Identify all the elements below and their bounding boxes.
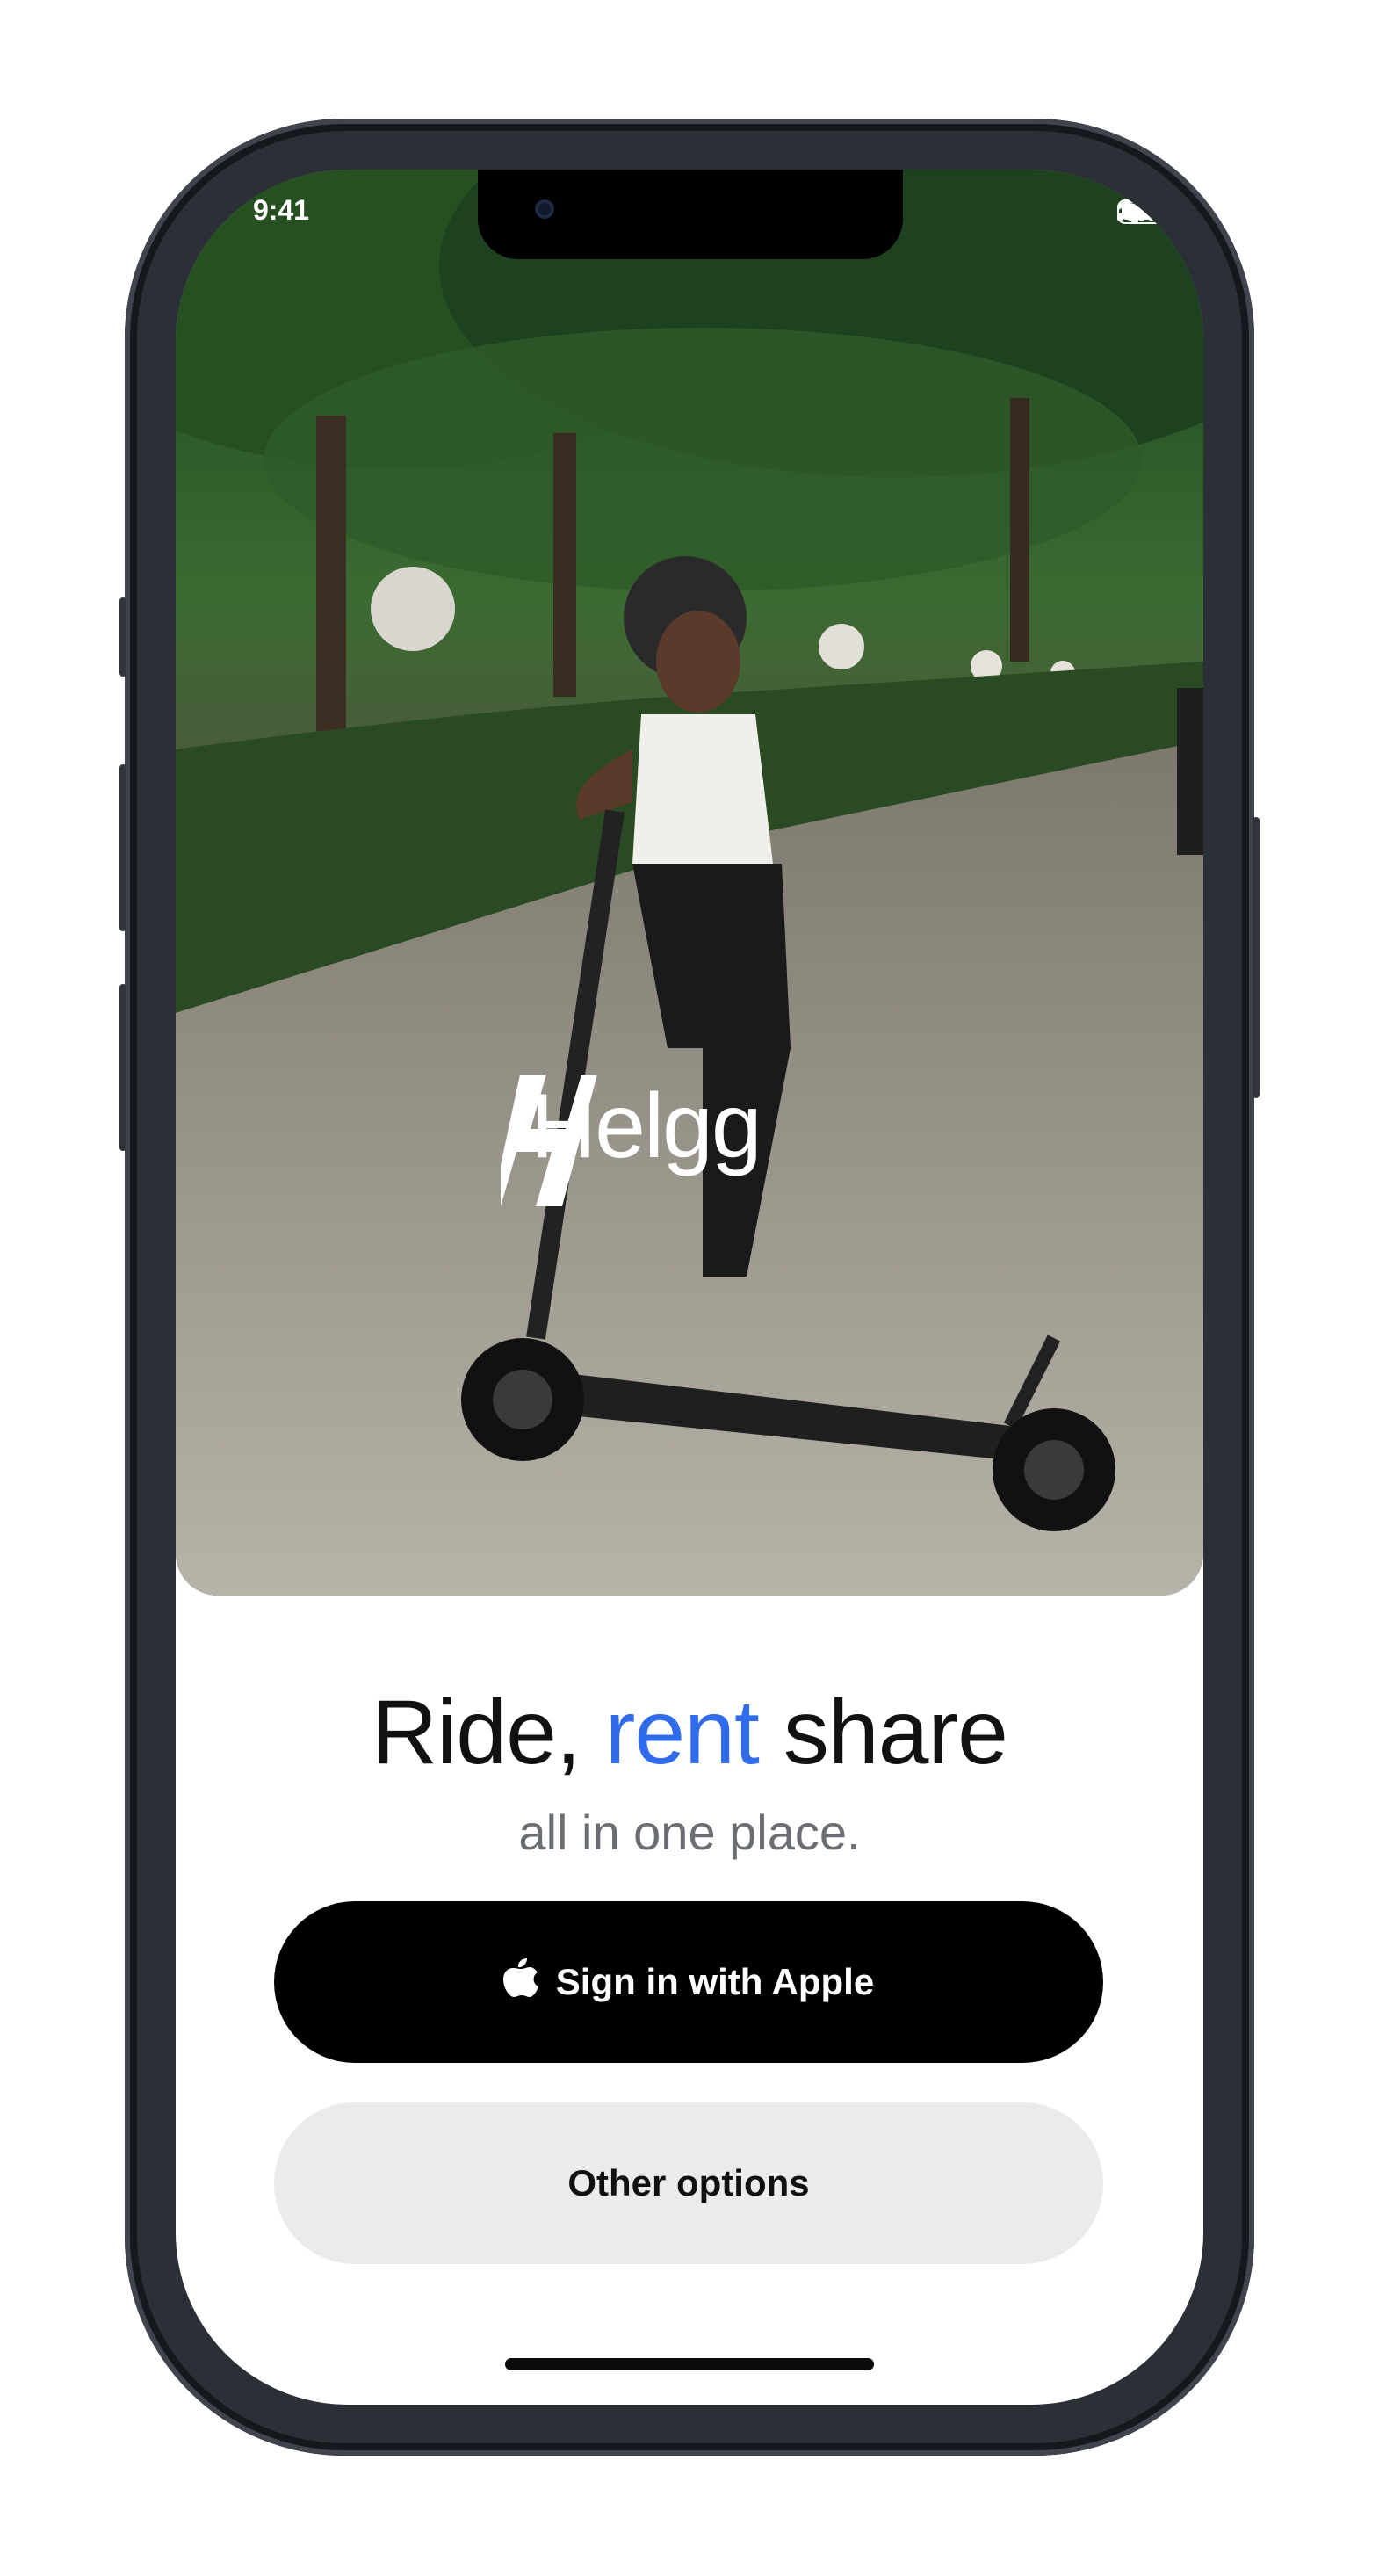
- status-time: 9:41: [253, 194, 310, 226]
- power-button: [1253, 817, 1260, 1098]
- volume-up-button: [119, 764, 126, 931]
- scooter-rider-photo: [176, 170, 1203, 1596]
- apple-logo-icon: [502, 1957, 538, 2008]
- helgg-logo: Helgg: [501, 1075, 762, 1206]
- ring-silent-switch: [119, 597, 126, 677]
- home-indicator[interactable]: [505, 2358, 874, 2370]
- headline-accent: rent: [604, 1682, 760, 1784]
- app-screen: 9:41 Helgg Ride, rent share all in one p…: [176, 170, 1203, 2405]
- apple-button-label: Sign in with Apple: [555, 1961, 875, 2002]
- headline: Ride, rent share: [176, 1681, 1203, 1785]
- phone-frame: 9:41 Helgg Ride, rent share all in one p…: [119, 119, 1260, 2456]
- volume-down-button: [119, 984, 126, 1151]
- front-camera: [535, 199, 554, 219]
- sign-in-with-apple-button[interactable]: Sign in with Apple: [274, 1901, 1103, 2063]
- headline-part2: share: [758, 1682, 1008, 1784]
- headline-part1: Ride,: [372, 1682, 605, 1784]
- hero-photo: 9:41 Helgg: [176, 170, 1203, 1596]
- subheadline: all in one place.: [518, 1805, 861, 1860]
- other-options-button[interactable]: Other options: [274, 2102, 1103, 2264]
- other-options-label: Other options: [567, 2162, 810, 2203]
